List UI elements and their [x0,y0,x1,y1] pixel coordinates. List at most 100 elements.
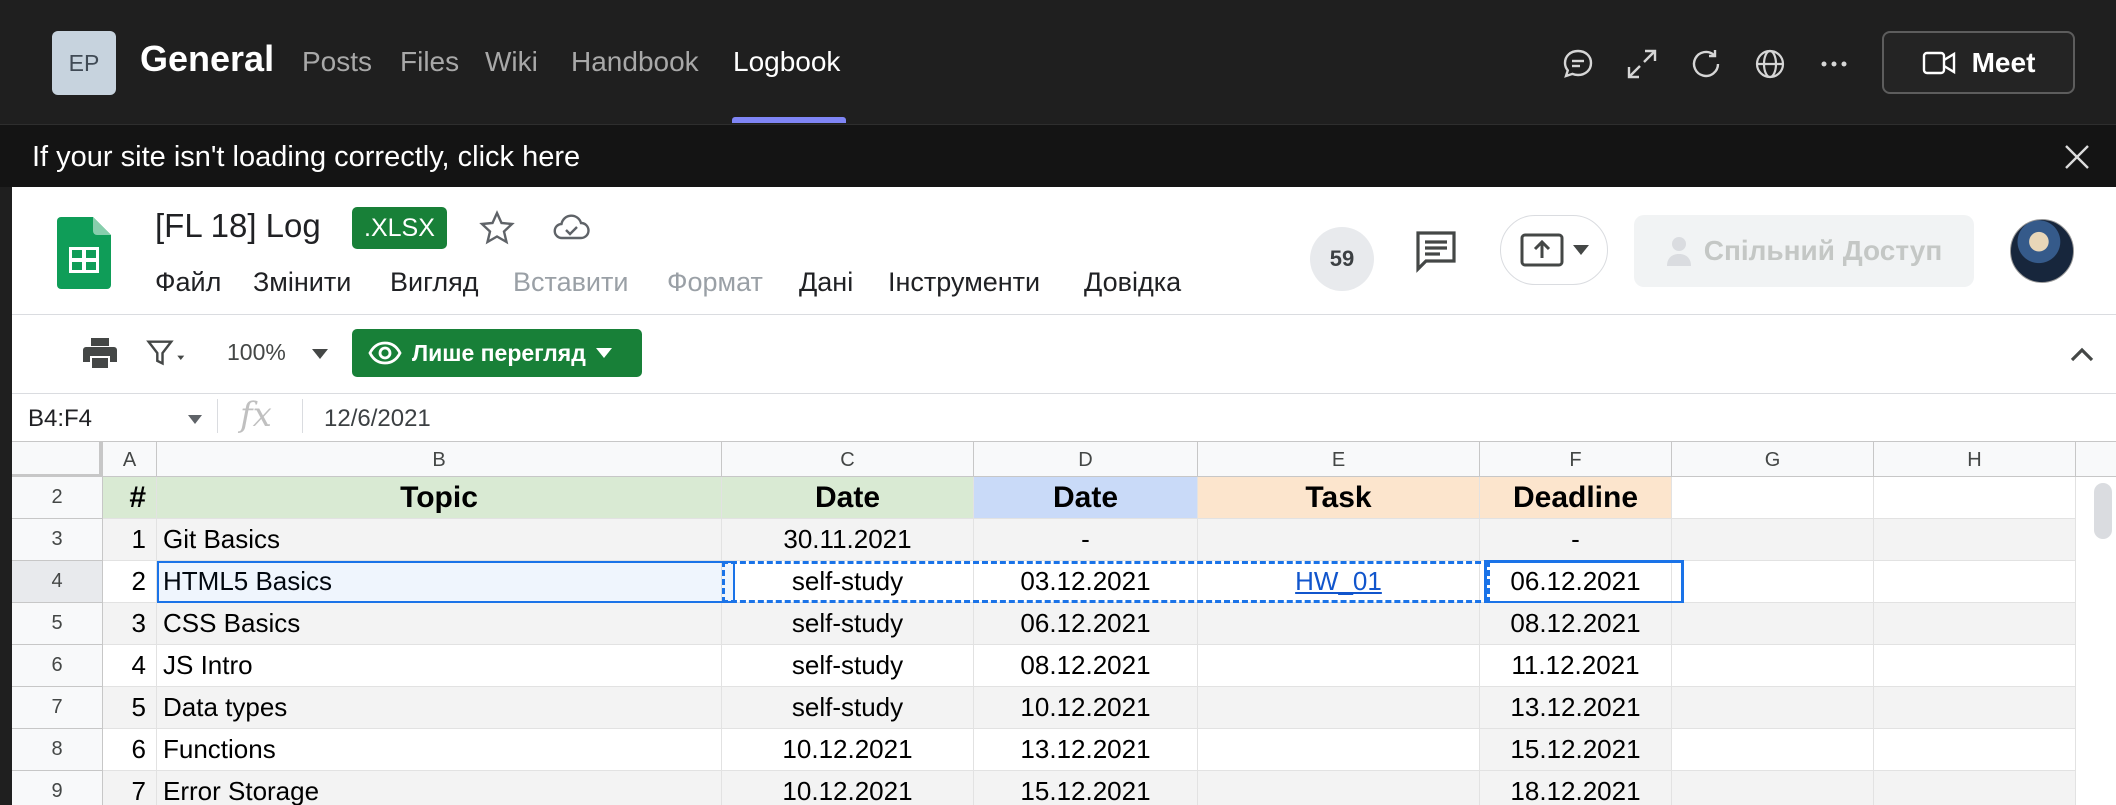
row-number[interactable]: 3 [12,519,103,561]
column-header-b[interactable]: B [157,442,722,478]
close-icon[interactable] [2060,140,2094,174]
cell-date-2[interactable]: - [974,519,1198,561]
column-header-e[interactable]: E [1198,442,1480,478]
cell-number[interactable]: 3 [103,603,157,645]
cell-topic[interactable]: Git Basics [157,519,722,561]
row-number[interactable]: 4 [12,561,103,603]
column-header-h[interactable]: H [1874,442,2076,478]
cell-topic[interactable]: Error Storage [157,771,722,805]
cell-deadline[interactable]: 06.12.2021 [1480,561,1672,603]
cell-topic[interactable]: HTML5 Basics [157,561,722,603]
column-header-f[interactable]: F [1480,442,1672,478]
menu-help[interactable]: Довідка [1084,267,1181,298]
tab-handbook[interactable]: Handbook [571,46,699,78]
menu-tools[interactable]: Інструменти [888,267,1040,298]
more-options-icon[interactable] [1814,44,1854,84]
header-cell-task[interactable]: Task [1198,477,1480,519]
empty-cell[interactable] [1672,477,1874,519]
tab-files[interactable]: Files [400,46,459,78]
empty-cell[interactable] [1874,645,2076,687]
avatar[interactable] [2010,219,2074,283]
header-cell-date-2[interactable]: Date [974,477,1198,519]
empty-cell[interactable] [1874,729,2076,771]
cell-task[interactable] [1198,519,1480,561]
menu-edit[interactable]: Змінити [253,267,351,298]
empty-cell[interactable] [1672,687,1874,729]
chevron-down-icon[interactable] [310,347,330,361]
empty-cell[interactable] [1672,729,1874,771]
cell-task[interactable] [1198,603,1480,645]
cell-topic[interactable]: Functions [157,729,722,771]
globe-icon[interactable] [1750,44,1790,84]
cell-deadline[interactable]: 13.12.2021 [1480,687,1672,729]
cell-date[interactable]: self-study [722,645,974,687]
conversation-icon[interactable] [1558,44,1598,84]
empty-cell[interactable] [1672,645,1874,687]
cell-deadline[interactable]: - [1480,519,1672,561]
cloud-saved-icon[interactable] [552,209,590,247]
meet-button[interactable]: Meet [1882,31,2075,94]
cell-deadline[interactable]: 18.12.2021 [1480,771,1672,805]
cell-date-2[interactable]: 06.12.2021 [974,603,1198,645]
formula-input[interactable]: 12/6/2021 [324,405,431,433]
menu-view[interactable]: Вигляд [390,267,478,298]
empty-cell[interactable] [1874,477,2076,519]
cell-task-link[interactable]: HW_01 [1198,561,1480,603]
expand-icon[interactable] [1622,44,1662,84]
view-only-button[interactable]: Лише перегляд [352,329,642,377]
tab-logbook[interactable]: Logbook [733,46,840,78]
collapse-icon[interactable] [2062,335,2102,375]
cell-deadline[interactable]: 08.12.2021 [1480,603,1672,645]
chevron-down-icon[interactable] [188,415,202,425]
cell-number[interactable]: 4 [103,645,157,687]
empty-cell[interactable] [1874,561,2076,603]
cell-deadline[interactable]: 15.12.2021 [1480,729,1672,771]
row-number[interactable]: 9 [12,771,103,805]
tab-wiki[interactable]: Wiki [485,46,538,78]
cell-date-2[interactable]: 10.12.2021 [974,687,1198,729]
star-icon[interactable] [478,209,516,247]
column-header-a[interactable]: A [103,442,157,478]
cell-number[interactable]: 5 [103,687,157,729]
cell-number[interactable]: 6 [103,729,157,771]
menu-file[interactable]: Файл [155,267,221,298]
cell-date-2[interactable]: 08.12.2021 [974,645,1198,687]
cell-date-2[interactable]: 15.12.2021 [974,771,1198,805]
tab-posts[interactable]: Posts [302,46,372,78]
empty-cell[interactable] [1874,519,2076,561]
empty-cell[interactable] [1672,519,1874,561]
cell-task[interactable] [1198,645,1480,687]
cell-deadline[interactable]: 11.12.2021 [1480,645,1672,687]
refresh-icon[interactable] [1686,44,1726,84]
sheets-logo-icon[interactable] [57,217,111,289]
column-header-c[interactable]: C [722,442,974,478]
cell-number[interactable]: 1 [103,519,157,561]
menu-data[interactable]: Дані [799,267,853,298]
row-number[interactable]: 6 [12,645,103,687]
empty-cell[interactable] [1672,771,1874,805]
empty-cell[interactable] [1874,771,2076,805]
cell-date[interactable]: 10.12.2021 [722,729,974,771]
vertical-scrollbar[interactable] [2094,483,2112,539]
cell-date-2[interactable]: 13.12.2021 [974,729,1198,771]
empty-cell[interactable] [1672,561,1874,603]
column-header-g[interactable]: G [1672,442,1874,478]
cell-number[interactable]: 2 [103,561,157,603]
comments-icon[interactable] [1412,227,1460,275]
zoom-select[interactable]: 100% [227,339,286,366]
empty-cell[interactable] [1874,603,2076,645]
filter-icon[interactable] [146,333,186,373]
row-number[interactable]: 8 [12,729,103,771]
cell-date[interactable]: 10.12.2021 [722,771,974,805]
notice-link[interactable]: If your site isn't loading correctly, cl… [32,141,580,174]
cell-date[interactable]: 30.11.2021 [722,519,974,561]
cell-date-2[interactable]: 03.12.2021 [974,561,1198,603]
cell-date[interactable]: self-study [722,561,974,603]
cell-date[interactable]: self-study [722,687,974,729]
cell-topic[interactable]: JS Intro [157,645,722,687]
print-icon[interactable] [80,333,120,373]
row-number[interactable]: 7 [12,687,103,729]
cell-topic[interactable]: Data types [157,687,722,729]
cell-number[interactable]: 7 [103,771,157,805]
empty-cell[interactable] [1874,687,2076,729]
